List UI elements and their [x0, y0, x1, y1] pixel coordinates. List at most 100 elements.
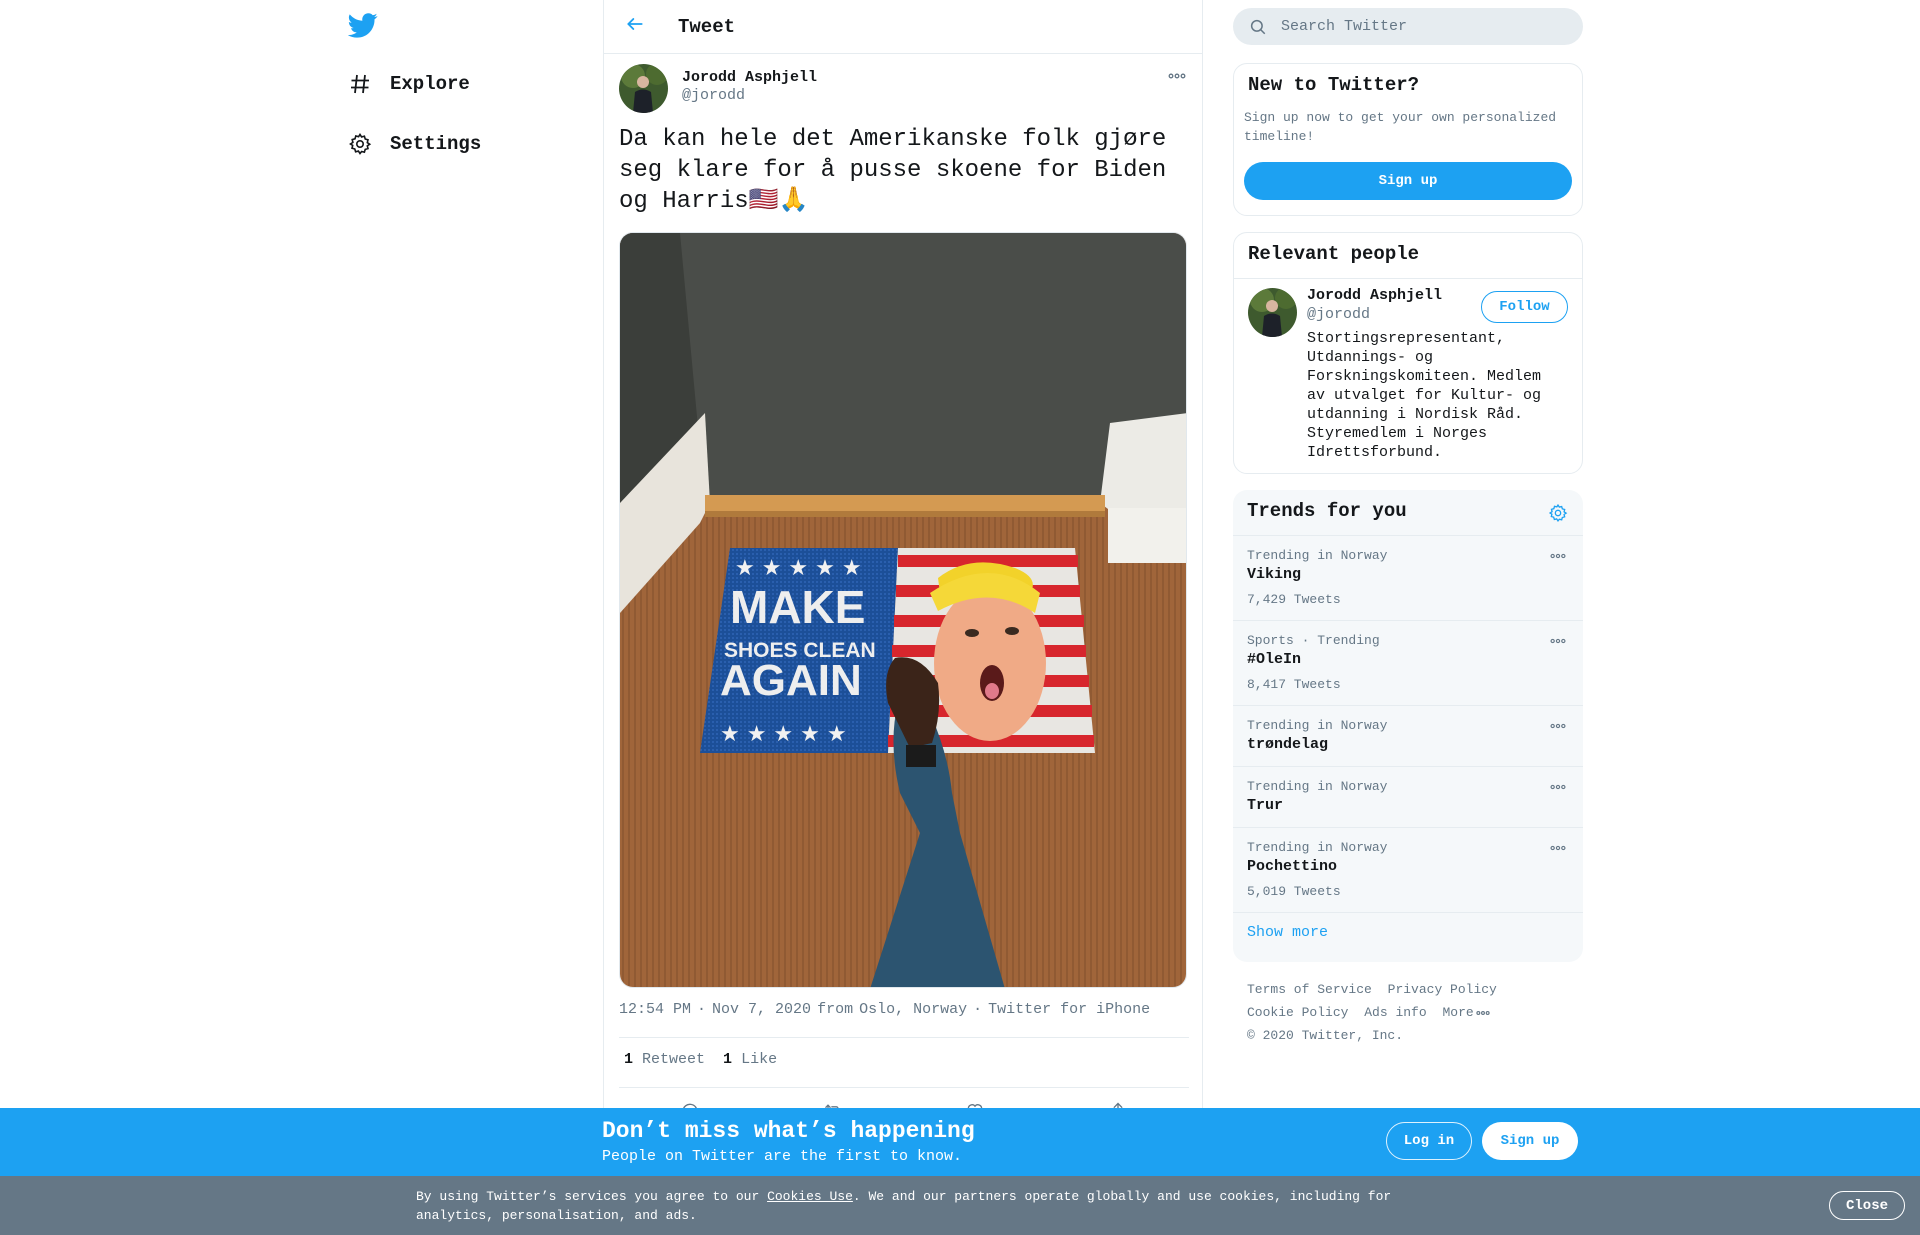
hashtag-icon [346, 70, 374, 98]
tweet-author: Jorodd Asphjell @jorodd [619, 64, 1189, 114]
tweet-text: Da kan hele det Amerikanske folk gjøre s… [619, 126, 1167, 215]
twitter-tweet-page: Explore Settings Tweet Jorodd Asphjell @… [0, 0, 1920, 1235]
page-title: Tweet [678, 15, 736, 38]
trend-context: Trending in Norway [1247, 548, 1388, 563]
card-description: Sign up now to get your own personalized… [1244, 110, 1557, 144]
search-input[interactable] [1281, 18, 1561, 35]
meta-separator: · [697, 1001, 707, 1018]
doormat-photo: ★ ★ ★ ★ ★ ★ ★ ★ ★ ★ MAKE SHOES CLEAN AGA… [620, 233, 1186, 987]
tweet-location[interactable]: Oslo, Norway [859, 1001, 967, 1018]
divider [619, 1087, 1189, 1088]
svg-text:★ ★ ★ ★ ★: ★ ★ ★ ★ ★ [720, 722, 847, 747]
arrow-left-icon [625, 14, 645, 39]
signup-prompt-bar: Don’t miss what’s happening People on Tw… [0, 1108, 1920, 1176]
show-more-link[interactable]: Show more [1247, 924, 1328, 941]
more-options-icon[interactable] [1547, 779, 1569, 795]
retweet-count: 1 [624, 1051, 634, 1068]
trend-item[interactable]: Trending in Norway trøndelag [1233, 706, 1583, 767]
tweet-meta: 12:54 PM · Nov 7, 2020 from Oslo, Norway… [619, 1001, 1150, 1018]
trend-count: 5,019 Tweets [1247, 884, 1341, 899]
card-title: Trends for you [1233, 490, 1583, 536]
follow-button[interactable]: Follow [1481, 291, 1568, 323]
more-dots-icon [1476, 1011, 1490, 1015]
cookie-text: By using Twitter’s services you agree to… [416, 1187, 1416, 1225]
twitter-bird-icon[interactable] [347, 10, 380, 42]
avatar[interactable] [1248, 288, 1297, 337]
back-button[interactable] [618, 10, 652, 44]
trend-count: 7,429 Tweets [1247, 592, 1341, 607]
author-handle[interactable]: @jorodd [682, 87, 745, 104]
like-stat[interactable]: 1 Like [723, 1051, 777, 1068]
tweet-time[interactable]: 12:54 PM [619, 1001, 691, 1018]
trend-name: Trur [1247, 797, 1284, 814]
tweet-source[interactable]: Twitter for iPhone [988, 1001, 1150, 1018]
trend-context: Trending in Norway [1247, 718, 1388, 733]
divider [619, 1037, 1189, 1038]
tweet-photo[interactable]: ★ ★ ★ ★ ★ ★ ★ ★ ★ ★ MAKE SHOES CLEAN AGA… [619, 232, 1187, 988]
prompt-subtitle: People on Twitter are the first to know. [602, 1148, 963, 1165]
cookies-use-link[interactable]: Cookies Use [767, 1189, 853, 1204]
trends-settings-icon[interactable] [1545, 500, 1571, 526]
more-label: More [1442, 1005, 1474, 1020]
signup-button[interactable]: Sign up [1482, 1122, 1578, 1160]
main-header: Tweet [604, 0, 1202, 54]
doormat-text-again: AGAIN [720, 656, 862, 705]
trend-item[interactable]: Trending in Norway Trur [1233, 767, 1583, 828]
like-label: Like [741, 1051, 778, 1068]
trend-item[interactable]: Trending in Norway Pochettino 5,019 Twee… [1233, 828, 1583, 913]
person-name[interactable]: Jorodd Asphjell [1307, 287, 1442, 304]
svg-text:★ ★ ★ ★ ★: ★ ★ ★ ★ ★ [735, 556, 862, 581]
avatar[interactable] [619, 64, 668, 113]
trend-count: 8,417 Tweets [1247, 677, 1341, 692]
card-title: Relevant people [1234, 233, 1582, 279]
author-name[interactable]: Jorodd Asphjell [682, 69, 817, 86]
cookie-policy-link[interactable]: Cookie Policy [1247, 1005, 1348, 1020]
new-to-twitter-card: New to Twitter? Sign up now to get your … [1233, 63, 1583, 216]
login-button[interactable]: Log in [1386, 1122, 1472, 1160]
more-options-icon[interactable] [1547, 548, 1569, 564]
search-icon [1249, 18, 1267, 36]
trends-card: Trends for you Trending in Norway Viking… [1233, 490, 1583, 962]
tweet-stats: 1 Retweet 1 Like [624, 1051, 777, 1068]
ads-info-link[interactable]: Ads info [1364, 1005, 1426, 1020]
nav-settings[interactable]: Settings [346, 124, 481, 164]
gear-icon [346, 130, 374, 158]
trend-item[interactable]: Trending in Norway Viking 7,429 Tweets [1233, 536, 1583, 621]
more-options-icon[interactable] [1165, 68, 1189, 84]
person-bio: Stortingsrepresentant, Utdannings- og Fo… [1307, 330, 1542, 461]
like-count: 1 [723, 1051, 733, 1068]
privacy-link[interactable]: Privacy Policy [1388, 982, 1497, 997]
nav-label: Settings [390, 133, 482, 155]
meta-separator: · [973, 1001, 983, 1018]
close-button[interactable]: Close [1829, 1191, 1905, 1220]
more-options-icon[interactable] [1547, 633, 1569, 649]
prompt-title: Don’t miss what’s happening [602, 1118, 975, 1144]
cookie-banner: By using Twitter’s services you agree to… [0, 1176, 1920, 1235]
trend-name: Pochettino [1247, 858, 1338, 875]
copyright: © 2020 Twitter, Inc. [1247, 1028, 1404, 1043]
retweet-stat[interactable]: 1 Retweet [624, 1051, 705, 1068]
from-label: from [817, 1001, 854, 1018]
nav-explore[interactable]: Explore [346, 64, 470, 104]
trend-context: Trending in Norway [1247, 779, 1388, 794]
card-title: New to Twitter? [1248, 74, 1420, 96]
footer-links: Terms of Service Privacy Policy Cookie P… [1247, 978, 1577, 1047]
retweet-label: Retweet [642, 1051, 706, 1068]
nav-label: Explore [390, 73, 470, 95]
tweet-date[interactable]: Nov 7, 2020 [712, 1001, 811, 1018]
search-box[interactable] [1233, 8, 1583, 45]
terms-link[interactable]: Terms of Service [1247, 982, 1372, 997]
signup-button[interactable]: Sign up [1244, 162, 1572, 200]
more-options-icon[interactable] [1547, 840, 1569, 856]
trend-context: Sports · Trending [1247, 633, 1380, 648]
person-handle[interactable]: @jorodd [1307, 306, 1370, 323]
trend-context: Trending in Norway [1247, 840, 1388, 855]
trend-name: Viking [1247, 566, 1302, 583]
doormat-text-make: MAKE [730, 581, 865, 633]
more-link[interactable]: More [1442, 1005, 1490, 1020]
cookie-text-before: By using Twitter’s services you agree to… [416, 1189, 768, 1204]
more-options-icon[interactable] [1547, 718, 1569, 734]
trend-name: trøndelag [1247, 736, 1329, 753]
relevant-people-card: Relevant people Jorodd Asphjell @jorodd … [1233, 232, 1583, 474]
trend-item[interactable]: Sports · Trending #OleIn 8,417 Tweets [1233, 621, 1583, 706]
